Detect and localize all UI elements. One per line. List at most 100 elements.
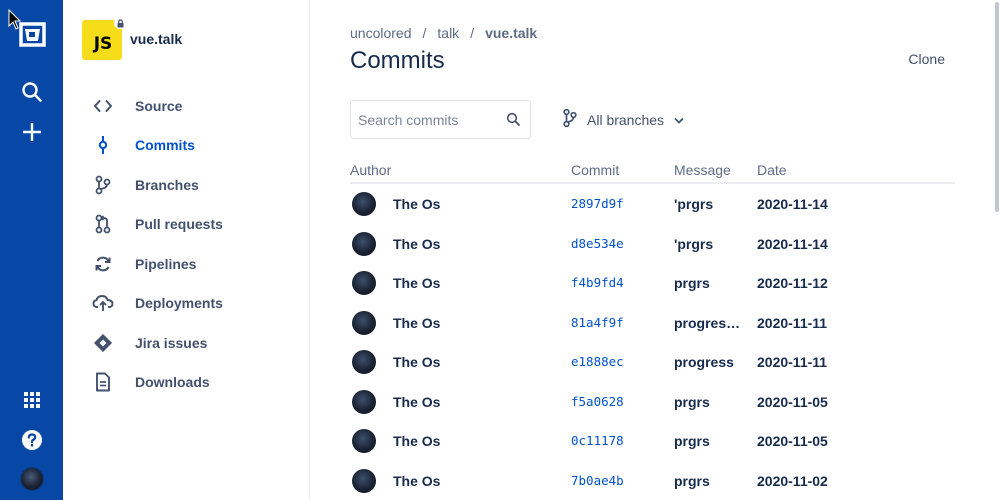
table-row: The Os 2897d9f 'prgrs 2020-11-14: [350, 184, 955, 224]
avatar[interactable]: [352, 350, 376, 374]
commit-message: progress: [674, 354, 734, 370]
avatar[interactable]: [352, 231, 376, 256]
sidebar-item-pull-requests[interactable]: Pull requests: [86, 205, 296, 245]
plus-icon[interactable]: [0, 114, 63, 150]
pull-request-icon: [91, 212, 115, 236]
commit-hash-link[interactable]: f5a0628: [571, 394, 624, 409]
main-content: uncolored / talk / vue.talk Commits Clon…: [310, 0, 1000, 500]
column-header-date: Date: [757, 162, 787, 178]
commit-date: 2020-11-14: [757, 235, 828, 252]
sidebar-item-label: Branches: [135, 176, 199, 193]
table-header: Author Commit Message Date: [350, 160, 955, 184]
page-title: Commits: [350, 47, 445, 74]
refresh-icon: [91, 252, 115, 276]
branch-filter-dropdown[interactable]: All branches: [563, 107, 684, 133]
commit-hash-link[interactable]: d8e534e: [571, 236, 624, 251]
avatar[interactable]: [352, 468, 376, 493]
commit-message: prgrs: [674, 433, 710, 449]
commit-date: 2020-11-11: [757, 314, 828, 331]
mouse-cursor-icon: [8, 9, 22, 30]
commit-message: prgrs: [674, 275, 710, 291]
commit-hash-link[interactable]: 7b0ae4b: [571, 473, 624, 488]
breadcrumb: uncolored / talk / vue.talk: [350, 25, 537, 41]
sidebar-item-label: Downloads: [135, 374, 210, 391]
commit-icon: [91, 133, 115, 157]
commit-author: The Os: [393, 235, 441, 252]
scrollbar[interactable]: [993, 0, 1000, 213]
sidebar-nav: Source Commits Branches Pull requests Pi…: [86, 86, 296, 402]
help-icon[interactable]: [0, 424, 63, 456]
branch-filter-label: All branches: [587, 112, 665, 128]
avatar[interactable]: [352, 192, 376, 216]
commit-date: 2020-11-02: [757, 472, 828, 489]
commit-message: 'prgrs: [674, 196, 714, 212]
avatar[interactable]: [352, 310, 376, 335]
avatar[interactable]: [352, 429, 376, 453]
user-avatar[interactable]: [0, 462, 63, 496]
sidebar-item-label: Pipelines: [135, 255, 197, 272]
avatar[interactable]: [352, 389, 376, 414]
commit-author: The Os: [393, 354, 441, 370]
avatar[interactable]: [352, 271, 376, 295]
chevron-down-icon: [674, 111, 684, 129]
sidebar-item-label: Deployments: [135, 295, 223, 312]
search-commits-field: [350, 100, 531, 139]
commit-date: 2020-11-12: [757, 275, 828, 291]
app-switcher-icon[interactable]: [0, 384, 63, 416]
commit-author: The Os: [393, 393, 441, 410]
commit-author: The Os: [393, 275, 441, 291]
clone-button[interactable]: Clone: [908, 51, 945, 67]
commit-message: progress…: [674, 314, 746, 331]
lock-icon: [114, 17, 126, 29]
sidebar-item-downloads[interactable]: Downloads: [86, 363, 296, 403]
repository-name[interactable]: vue.talk: [130, 31, 182, 47]
sidebar-item-label: Jira issues: [135, 334, 208, 351]
column-header-commit: Commit: [571, 162, 620, 178]
breadcrumb-item-repository[interactable]: vue.talk: [485, 25, 537, 41]
sidebar-item-pipelines[interactable]: Pipelines: [86, 244, 296, 284]
commit-date: 2020-11-05: [757, 433, 828, 449]
sidebar-item-jira-issues[interactable]: Jira issues: [86, 323, 296, 363]
table-row: The Os e1888ec progress 2020-11-11: [350, 342, 955, 382]
breadcrumb-separator: /: [422, 25, 427, 41]
sidebar-item-label: Pull requests: [135, 216, 223, 233]
commit-author: The Os: [393, 433, 441, 449]
breadcrumb-separator: /: [470, 25, 475, 41]
commit-hash-link[interactable]: e1888ec: [571, 354, 624, 369]
commit-author: The Os: [393, 196, 441, 212]
code-icon: [91, 94, 115, 118]
search-icon[interactable]: [506, 112, 521, 132]
table-row: The Os f5a0628 prgrs 2020-11-05: [350, 382, 955, 422]
commit-hash-link[interactable]: 2897d9f: [571, 196, 624, 211]
document-icon: [91, 370, 115, 394]
table-row: The Os f4b9fd4 prgrs 2020-11-12: [350, 263, 955, 303]
search-input[interactable]: [358, 111, 508, 128]
sidebar-item-label: Commits: [135, 137, 195, 154]
commit-author: The Os: [393, 314, 441, 331]
repository-header[interactable]: JS vue.talk: [82, 17, 182, 60]
sidebar-item-label: Source: [135, 97, 183, 114]
sidebar-item-source[interactable]: Source: [86, 86, 296, 126]
repository-avatar-text: JS: [93, 34, 113, 54]
table-row: The Os 81a4f9f progress… 2020-11-11: [350, 303, 955, 343]
commit-date: 2020-11-05: [757, 393, 828, 410]
cloud-upload-icon: [91, 291, 115, 315]
sidebar-item-deployments[interactable]: Deployments: [86, 284, 296, 324]
commit-list: The Os 2897d9f 'prgrs 2020-11-14 The Os …: [350, 184, 955, 500]
commit-hash-link[interactable]: 0c11178: [571, 433, 624, 448]
commit-author: The Os: [393, 472, 441, 489]
jira-icon: [91, 331, 115, 355]
commit-hash-link[interactable]: 81a4f9f: [571, 315, 624, 330]
search-icon[interactable]: [0, 75, 63, 109]
table-row: The Os 7b0ae4b prgrs 2020-11-02: [350, 461, 955, 500]
breadcrumb-item-project[interactable]: talk: [437, 25, 459, 41]
scrollbar-thumb[interactable]: [995, 2, 999, 212]
branch-icon: [563, 108, 577, 133]
breadcrumb-item-workspace[interactable]: uncolored: [350, 25, 412, 41]
column-header-message: Message: [674, 162, 731, 178]
commit-date: 2020-11-14: [757, 196, 828, 212]
commit-message: 'prgrs: [674, 235, 714, 252]
commit-hash-link[interactable]: f4b9fd4: [571, 275, 624, 290]
sidebar-item-branches[interactable]: Branches: [86, 165, 296, 205]
sidebar-item-commits[interactable]: Commits: [86, 126, 296, 166]
